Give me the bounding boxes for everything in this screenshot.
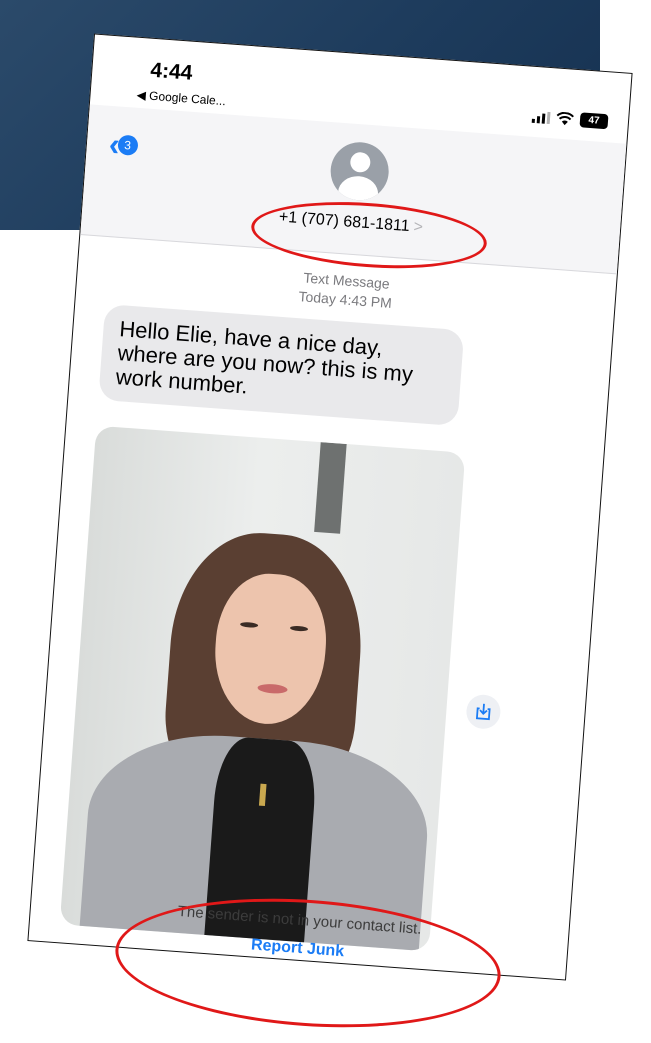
unread-badge: 3 bbox=[116, 134, 139, 156]
signal-icon bbox=[531, 110, 551, 124]
message-bubble[interactable]: Hello Elie, have a nice day, where are y… bbox=[98, 303, 465, 427]
status-icons: 47 bbox=[531, 109, 609, 130]
highlight-circle-number bbox=[248, 194, 490, 276]
battery-icon: 47 bbox=[579, 112, 609, 130]
phone-screenshot: 4:44 ◀ Google Cale... 47 ‹ 3 +1 (707) 68… bbox=[27, 33, 633, 981]
back-button[interactable]: ‹ 3 bbox=[108, 126, 139, 163]
download-icon[interactable] bbox=[465, 693, 502, 730]
attached-photo[interactable] bbox=[59, 425, 466, 952]
back-to-app-link[interactable]: ◀ Google Cale... bbox=[136, 88, 226, 109]
status-time: 4:44 bbox=[149, 58, 194, 85]
wifi-icon bbox=[556, 111, 575, 125]
person-icon[interactable] bbox=[328, 140, 391, 203]
